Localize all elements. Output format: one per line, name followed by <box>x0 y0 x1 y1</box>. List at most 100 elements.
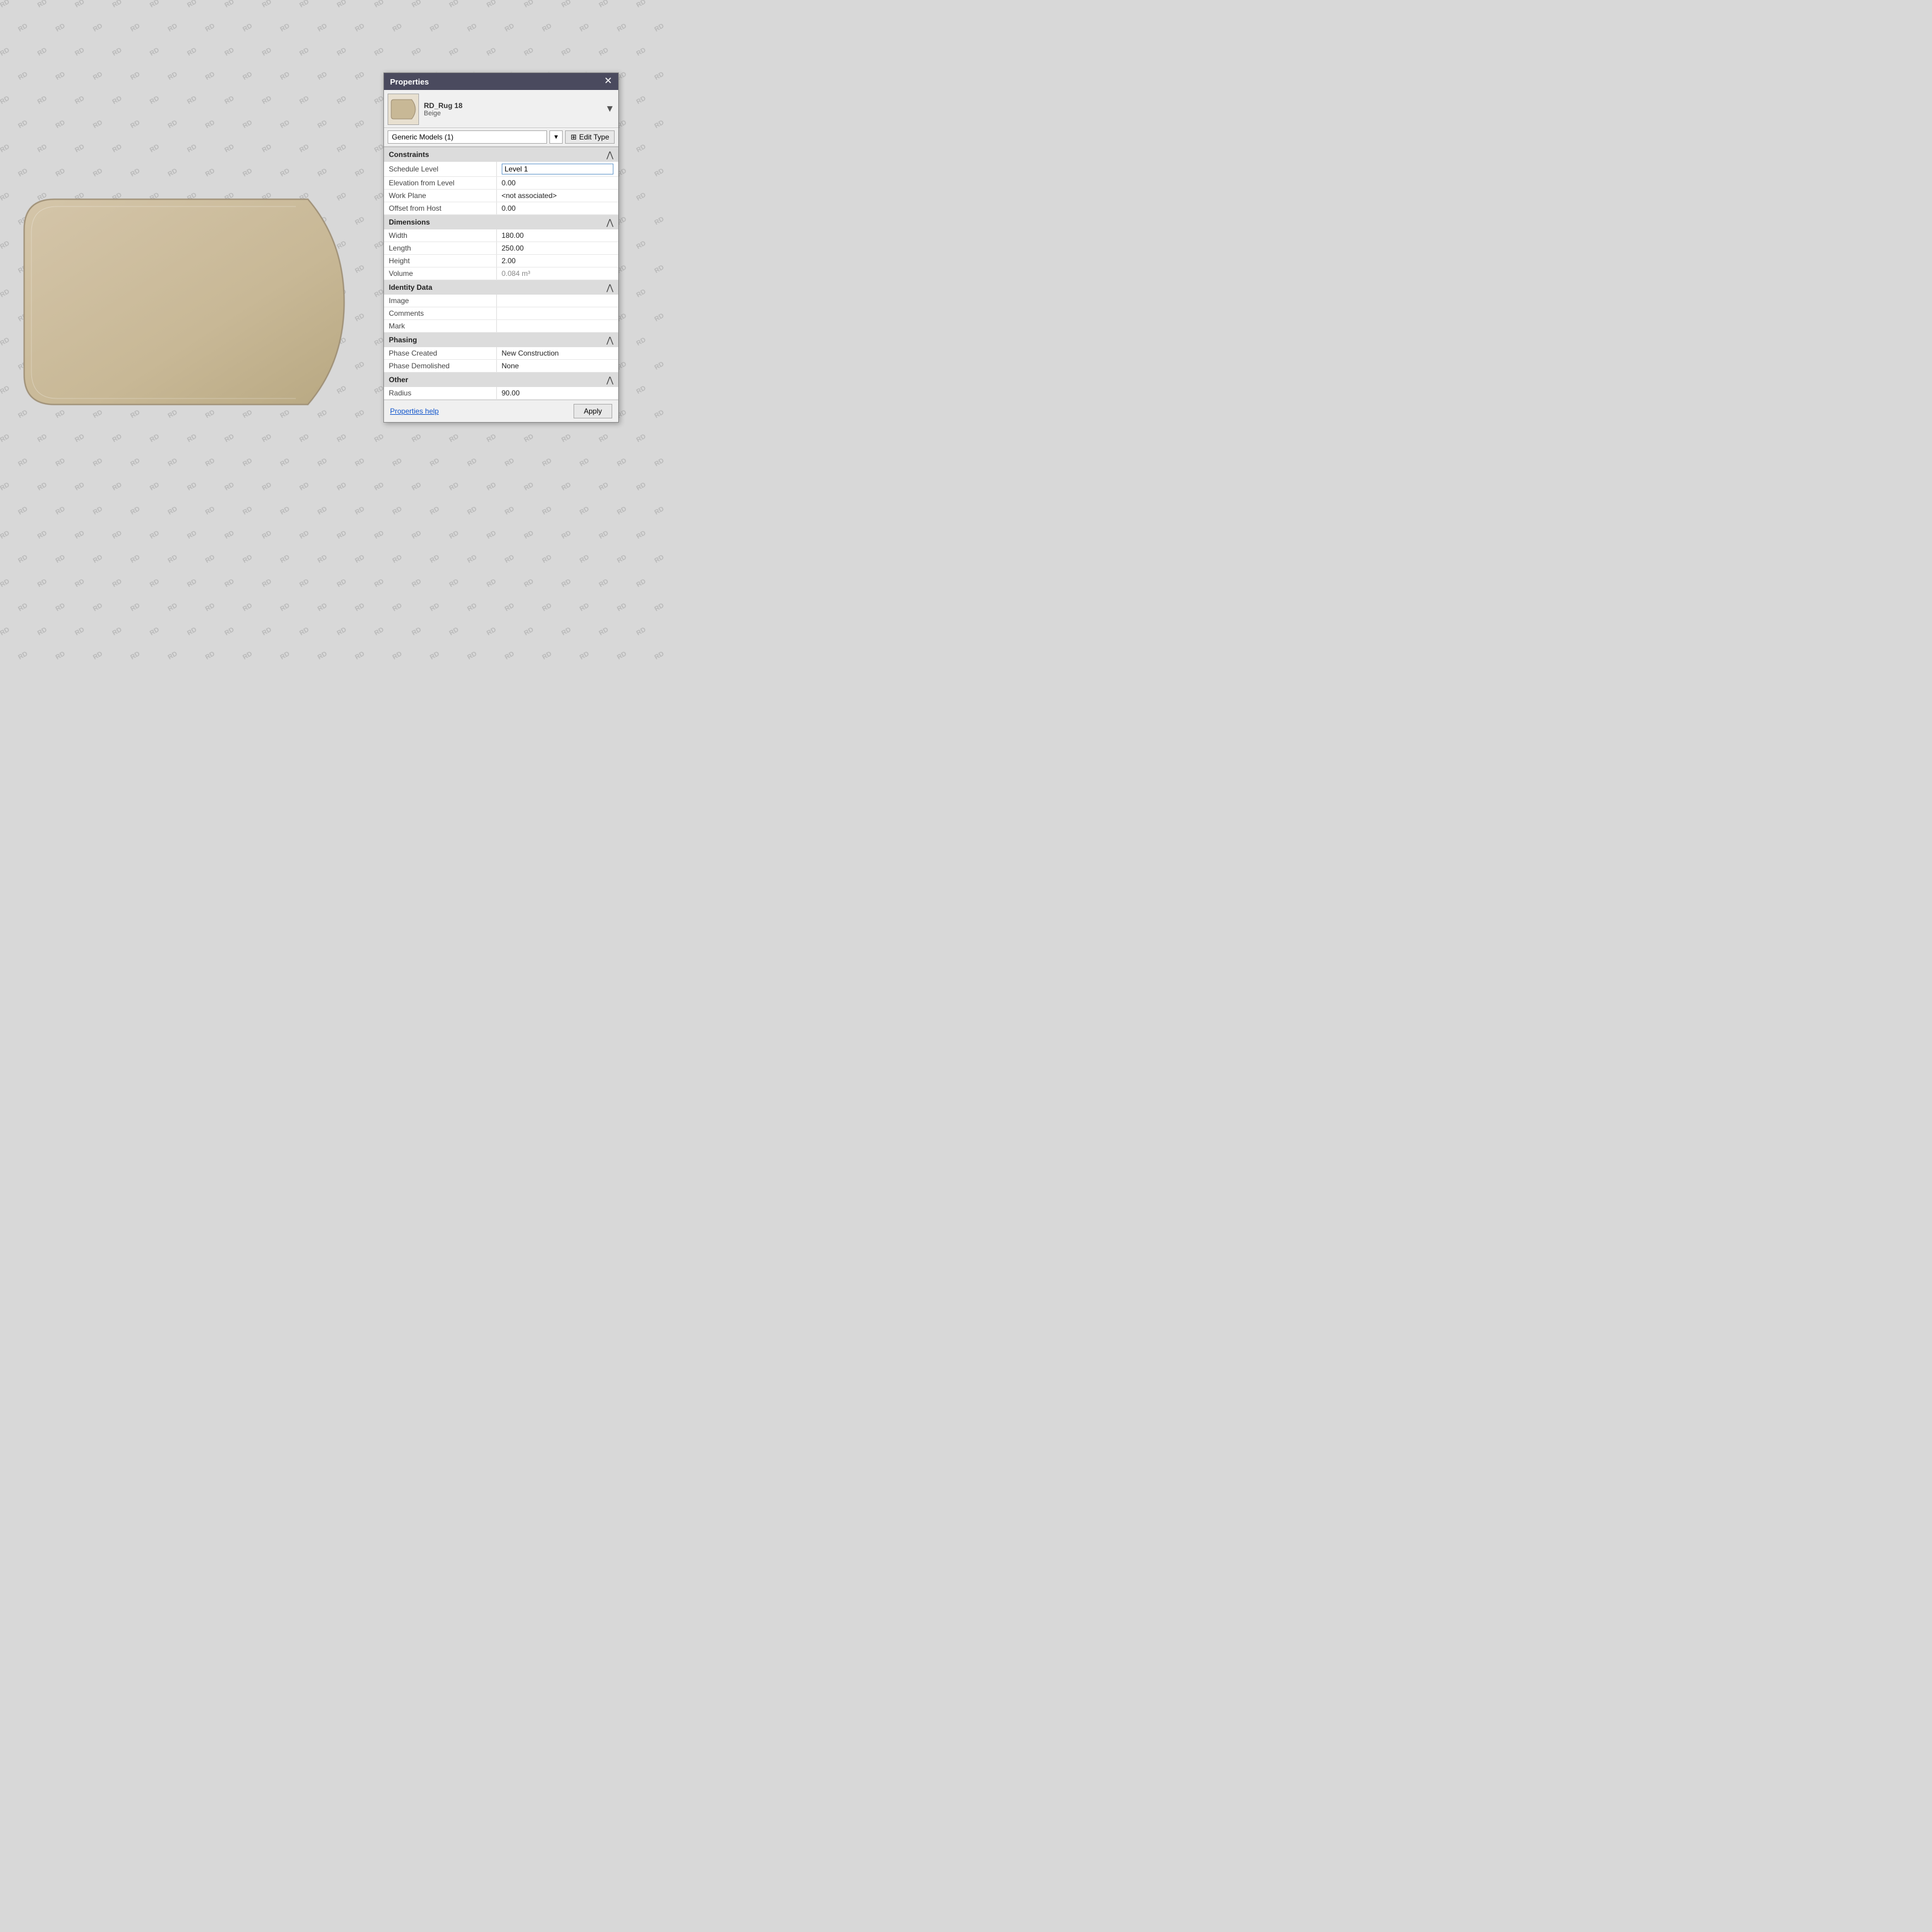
watermark-text: RD <box>54 554 66 565</box>
prop-value-constraints-3: 0.00 <box>496 202 618 215</box>
watermark-text: RD <box>279 167 291 178</box>
watermark-text: RD <box>616 457 628 468</box>
prop-name-identity-data-2: Mark <box>384 320 496 333</box>
properties-help-link[interactable]: Properties help <box>390 407 439 415</box>
prop-name-dimensions-1: Length <box>384 242 496 255</box>
edit-type-button[interactable]: ⊞ Edit Type <box>565 130 615 144</box>
watermark-text: RD <box>560 626 572 637</box>
watermark-text: RD <box>111 95 123 106</box>
prop-input-constraints-0[interactable] <box>502 164 613 174</box>
watermark-text: RD <box>504 554 516 565</box>
watermark-text: RD <box>354 22 366 33</box>
prop-value-identity-data-1 <box>496 307 618 320</box>
watermark-text: RD <box>541 602 553 613</box>
watermark-text: RD <box>279 602 291 613</box>
watermark-text: RD <box>223 578 235 589</box>
edit-type-label: Edit Type <box>579 133 609 141</box>
watermark-text: RD <box>653 650 665 661</box>
watermark-text: RD <box>74 0 86 9</box>
watermark-text: RD <box>261 626 273 637</box>
watermark-text: RD <box>204 119 216 130</box>
watermark-text: RD <box>149 529 161 540</box>
watermark-text: RD <box>111 578 123 589</box>
section-collapse-other[interactable]: ⋀ <box>607 376 613 384</box>
watermark-text: RD <box>242 119 254 130</box>
watermark-text: RD <box>204 602 216 613</box>
watermark-text: RD <box>466 650 478 661</box>
section-header-phasing: Phasing ⋀ <box>384 333 618 348</box>
watermark-text: RD <box>74 46 86 57</box>
watermark-text: RD <box>391 22 403 33</box>
watermark-text: RD <box>411 0 423 9</box>
watermark-text: RD <box>316 119 328 130</box>
watermark-text: RD <box>167 554 179 565</box>
prop-value-constraints-0[interactable] <box>496 162 618 177</box>
watermark-text: RD <box>36 0 48 9</box>
watermark-text: RD <box>560 0 572 9</box>
apply-button[interactable]: Apply <box>574 404 612 418</box>
prop-row-constraints-1: Elevation from Level0.00 <box>384 177 618 190</box>
watermark-text: RD <box>17 22 29 33</box>
watermark-text: RD <box>74 143 86 154</box>
watermark-text: RD <box>635 46 647 57</box>
instance-dropdown-button[interactable]: ▼ <box>549 130 563 144</box>
watermark-text: RD <box>223 481 235 492</box>
watermark-text: RD <box>0 0 11 9</box>
watermark-text: RD <box>466 602 478 613</box>
watermark-text: RD <box>36 626 48 637</box>
watermark-text: RD <box>635 481 647 492</box>
watermark-text: RD <box>354 554 366 565</box>
watermark-text: RD <box>0 191 11 202</box>
section-label-identity-data: Identity Data <box>389 283 432 292</box>
instance-select[interactable]: Generic Models (1) <box>388 130 547 144</box>
watermark-text: RD <box>186 46 198 57</box>
watermark-text: RD <box>635 578 647 589</box>
watermark-text: RD <box>223 143 235 154</box>
watermark-text: RD <box>598 481 610 492</box>
watermark-text: RD <box>242 650 254 661</box>
watermark-text: RD <box>316 71 328 82</box>
prop-value-dimensions-1: 250.00 <box>496 242 618 255</box>
watermark-text: RD <box>373 626 385 637</box>
watermark-text: RD <box>149 46 161 57</box>
watermark-text: RD <box>411 578 423 589</box>
watermark-text: RD <box>261 481 273 492</box>
watermark-text: RD <box>504 22 516 33</box>
prop-name-dimensions-0: Width <box>384 229 496 242</box>
watermark-text: RD <box>653 457 665 468</box>
watermark-text: RD <box>223 433 235 444</box>
section-label-constraints: Constraints <box>389 150 429 159</box>
section-collapse-dimensions[interactable]: ⋀ <box>607 218 613 226</box>
prop-value-dimensions-2: 2.00 <box>496 255 618 267</box>
section-collapse-identity-data[interactable]: ⋀ <box>607 283 613 292</box>
watermark-text: RD <box>54 167 66 178</box>
watermark-text: RD <box>635 95 647 106</box>
properties-scroll-area[interactable]: Constraints ⋀ Schedule LevelElevation fr… <box>384 147 618 400</box>
watermark-text: RD <box>298 46 310 57</box>
watermark-text: RD <box>92 457 104 468</box>
watermark-text: RD <box>36 143 48 154</box>
watermark-text: RD <box>111 46 123 57</box>
prop-row-constraints-2: Work Plane<not associated> <box>384 190 618 202</box>
watermark-text: RD <box>0 288 11 299</box>
prop-name-constraints-2: Work Plane <box>384 190 496 202</box>
watermark-text: RD <box>167 505 179 516</box>
section-collapse-phasing[interactable]: ⋀ <box>607 336 613 344</box>
watermark-text: RD <box>316 457 328 468</box>
watermark-text: RD <box>541 650 553 661</box>
watermark-text: RD <box>17 650 29 661</box>
prop-row-constraints-3: Offset from Host0.00 <box>384 202 618 215</box>
watermark-text: RD <box>129 119 141 130</box>
watermark-text: RD <box>448 0 460 9</box>
section-collapse-constraints[interactable]: ⋀ <box>607 150 613 159</box>
watermark-text: RD <box>598 578 610 589</box>
prop-value-constraints-1: 0.00 <box>496 177 618 190</box>
prop-value-identity-data-2 <box>496 320 618 333</box>
watermark-text: RD <box>411 626 423 637</box>
panel-close-button[interactable]: ✕ <box>604 77 612 86</box>
watermark-text: RD <box>223 529 235 540</box>
watermark-text: RD <box>186 529 198 540</box>
watermark-text: RD <box>504 650 516 661</box>
watermark-text: RD <box>336 143 348 154</box>
watermark-text: RD <box>298 626 310 637</box>
